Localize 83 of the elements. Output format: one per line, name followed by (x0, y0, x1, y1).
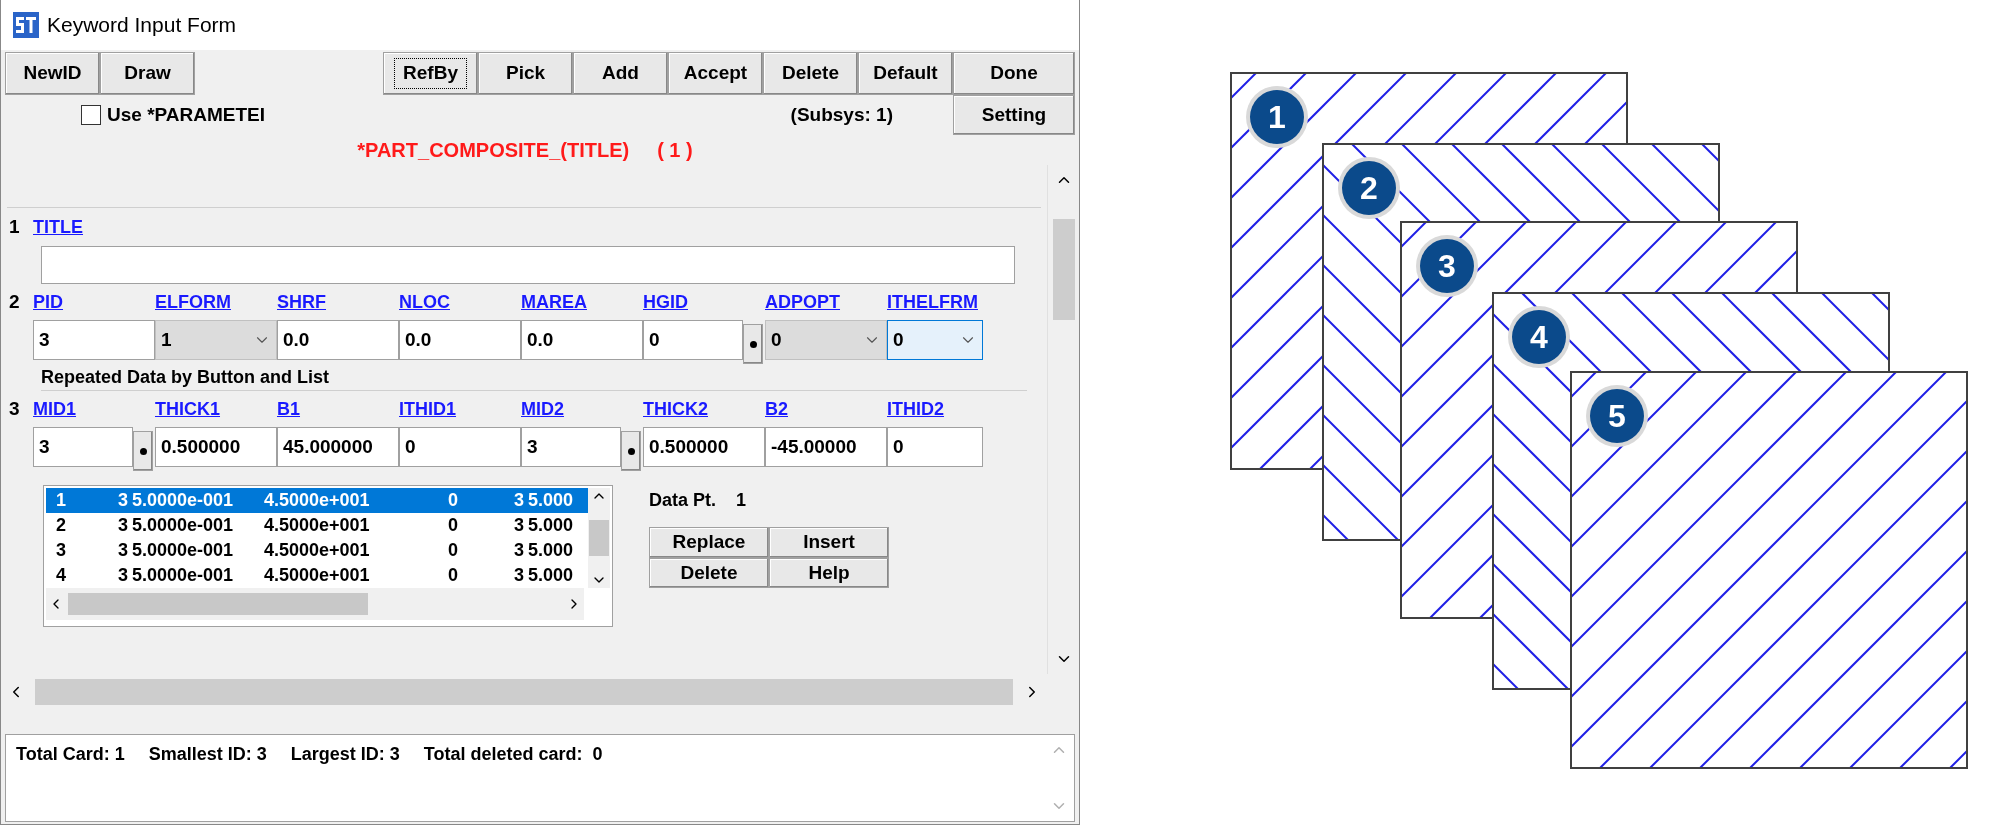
field-label-link[interactable]: ELFORM (155, 288, 231, 316)
field-label-link[interactable]: NLOC (399, 288, 450, 316)
toolbar-button[interactable]: Done (953, 52, 1075, 95)
input-field[interactable]: 3 (33, 427, 133, 467)
toolbar-button[interactable]: Accept (668, 52, 763, 95)
field-label-link[interactable]: ADPOPT (765, 288, 840, 316)
data-point-value: 1 (736, 488, 747, 512)
list-row[interactable]: 1 3 5.0000e-001 4.5000e+001 0 3 5.000 (46, 488, 588, 513)
scrollbar-thumb[interactable] (68, 593, 368, 615)
card-number: 1 (8, 214, 21, 239)
keyword-count: ( 1 ) (657, 138, 693, 163)
field-label-link[interactable]: ITHID1 (399, 395, 456, 423)
toolbar-button[interactable]: Pick (478, 52, 573, 95)
number-badge: 5 (1586, 385, 1648, 447)
field-label-link[interactable]: MAREA (521, 288, 587, 316)
list-action-button[interactable]: Help (769, 557, 889, 588)
section-label: Repeated Data by Button and List (41, 365, 331, 389)
dropdown[interactable]: 1 (155, 320, 277, 360)
input-field[interactable]: 0.0 (521, 320, 643, 360)
window-title: Keyword Input Form (47, 12, 237, 39)
status-text: Total Card: 1 (16, 743, 125, 766)
input-field[interactable]: 0.0 (399, 320, 521, 360)
list-row[interactable]: 3 3 5.0000e-001 4.5000e+001 0 3 5.000 (46, 538, 588, 563)
toolbar-button[interactable]: Draw (100, 52, 195, 95)
field-label-link[interactable]: ITHID2 (887, 395, 944, 423)
field-label-link[interactable]: HGID (643, 288, 688, 316)
field-label-link[interactable]: ITHELFRM (887, 288, 978, 316)
input-field[interactable]: 0.500000 (643, 427, 765, 467)
card-number: 2 (8, 289, 21, 314)
pick-button[interactable] (621, 431, 641, 471)
toolbar-button[interactable]: Default (858, 52, 953, 95)
input-field[interactable]: -45.00000 (765, 427, 887, 467)
toolbar-button[interactable]: NewID (5, 52, 100, 95)
title-input-field[interactable] (41, 246, 1015, 284)
list-action-button[interactable]: Insert (769, 527, 889, 558)
horizontal-scrollbar[interactable] (46, 588, 584, 620)
field-label-link[interactable]: THICK1 (155, 395, 220, 423)
number-badge: 1 (1246, 86, 1308, 148)
field-label-link[interactable]: MID1 (33, 395, 76, 423)
field-label-link[interactable]: SHRF (277, 288, 326, 316)
status-text: Largest ID: 3 (290, 743, 400, 766)
vertical-scrollbar[interactable] (588, 488, 610, 588)
pick-button[interactable] (743, 324, 763, 364)
status-text: Smallest ID: 3 (148, 743, 267, 766)
data-point-label: Data Pt. (649, 488, 717, 512)
input-field[interactable]: 3 (521, 427, 621, 467)
input-field[interactable]: 0 (887, 427, 983, 467)
number-badge: 3 (1416, 235, 1478, 297)
status-text: Total deleted card: 0 (423, 743, 603, 766)
subsystem-label: (Subsys: 1) (790, 102, 893, 127)
toolbar-button[interactable]: Add (573, 52, 668, 95)
field-label-link[interactable]: MID2 (521, 395, 564, 423)
setting-button[interactable]: Setting (953, 95, 1075, 135)
dropdown[interactable]: 0 (887, 320, 983, 360)
checkbox-label: Use *PARAMETEI (107, 102, 265, 127)
toolbar-button[interactable]: RefBy (383, 52, 478, 95)
number-badge: 4 (1508, 306, 1570, 368)
checkbox[interactable] (81, 105, 101, 125)
app-logo-icon (13, 12, 39, 38)
field-label-link[interactable]: B2 (765, 395, 788, 423)
field-label-link[interactable]: TITLE (33, 213, 83, 241)
list-row[interactable]: 2 3 5.0000e-001 4.5000e+001 0 3 5.000 (46, 513, 588, 538)
number-badge: 2 (1338, 157, 1400, 219)
scrollbar-thumb[interactable] (1052, 219, 1075, 320)
field-label-link[interactable]: PID (33, 288, 63, 316)
field-label-link[interactable]: THICK2 (643, 395, 708, 423)
input-field[interactable]: 0 (643, 320, 743, 360)
input-field[interactable]: 0 (399, 427, 521, 467)
keyword-name: *PART_COMPOSITE_(TITLE) (357, 138, 630, 163)
toolbar-button[interactable]: Delete (763, 52, 858, 95)
list-action-button[interactable]: Delete (649, 557, 769, 588)
pick-button[interactable] (133, 431, 153, 471)
input-field[interactable]: 45.000000 (277, 427, 399, 467)
field-label-link[interactable]: B1 (277, 395, 300, 423)
input-field[interactable]: 0.0 (277, 320, 399, 360)
input-field[interactable]: 0.500000 (155, 427, 277, 467)
scrollbar-thumb[interactable] (35, 679, 1013, 705)
card-number: 3 (8, 396, 21, 421)
scrollbar-thumb[interactable] (589, 520, 609, 556)
dropdown[interactable]: 0 (765, 320, 887, 360)
list-row[interactable]: 4 3 5.0000e-001 4.5000e+001 0 3 5.000 (46, 563, 588, 588)
input-field[interactable]: 3 (33, 320, 155, 360)
list-action-button[interactable]: Replace (649, 527, 769, 558)
